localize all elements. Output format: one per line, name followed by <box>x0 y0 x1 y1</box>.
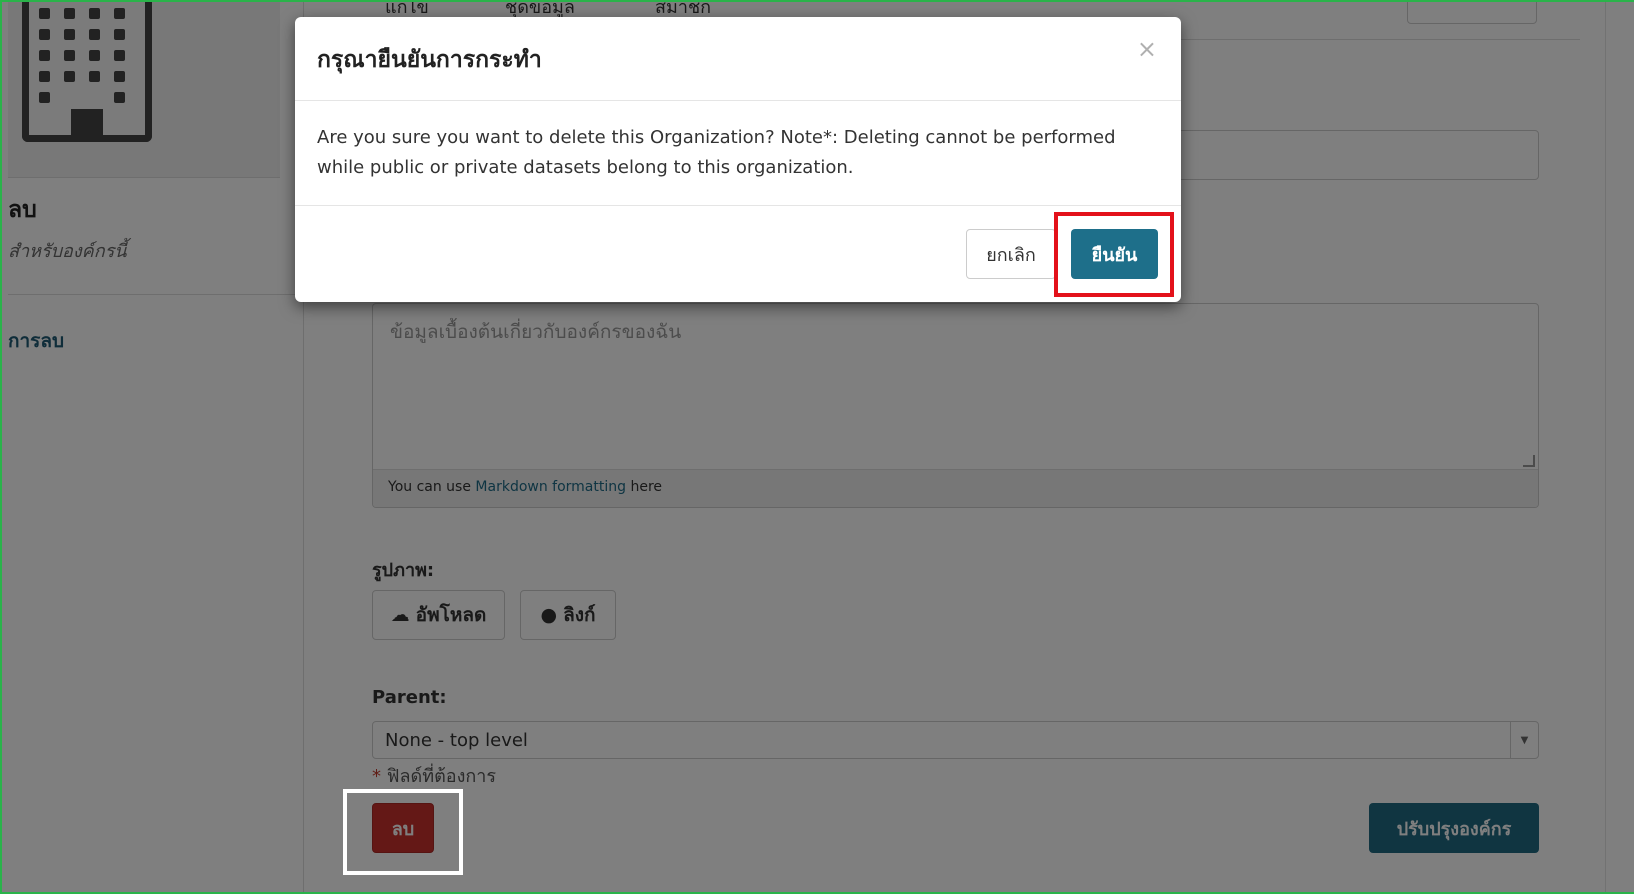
dialog-footer: ยกเลิก ยืนยัน <box>295 205 1181 302</box>
confirm-dialog: กรุณายืนยันการกระทำ × Are you sure you w… <box>295 17 1181 302</box>
close-icon[interactable]: × <box>1137 37 1157 61</box>
delete-button-highlight <box>343 789 463 875</box>
confirm-button-highlight <box>1054 212 1174 297</box>
dialog-title: กรุณายืนยันการกระทำ <box>317 47 542 73</box>
dialog-message: Are you sure you want to delete this Org… <box>317 127 1116 178</box>
dialog-header: กรุณายืนยันการกระทำ × <box>295 17 1181 101</box>
cancel-button[interactable]: ยกเลิก <box>966 229 1056 279</box>
